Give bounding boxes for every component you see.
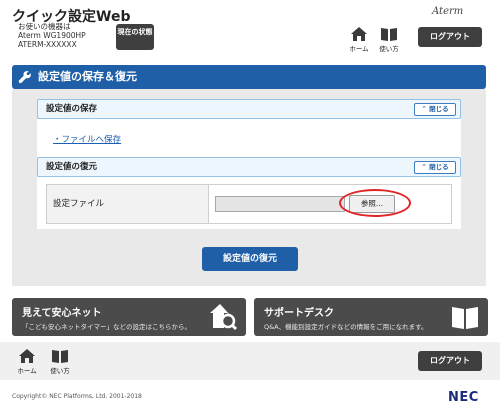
close-label: 閉じる — [429, 105, 449, 113]
book-icon — [452, 307, 478, 329]
save-section-body: ファイルへ保存 — [37, 119, 461, 157]
chevron-up-icon: ⌃ — [421, 163, 430, 171]
home-icon — [19, 349, 35, 363]
file-path-input[interactable] — [215, 196, 345, 212]
restore-section-close-button[interactable]: ⌃ 閉じる — [414, 161, 456, 174]
save-section-close-button[interactable]: ⌃ 閉じる — [414, 103, 456, 116]
restore-section-body: 設定ファイル 参照... — [37, 177, 461, 229]
home-button[interactable]: ホーム — [344, 26, 374, 56]
logout-button[interactable]: ログアウト — [418, 27, 482, 47]
highlight-circle — [339, 189, 411, 217]
help-label: 使い方 — [379, 45, 399, 53]
wrench-icon — [18, 71, 31, 84]
header: クイック設定Web お使いの機器は Aterm WG1900HP ATERM-X… — [0, 0, 500, 62]
settings-file-label: 設定ファイル — [47, 185, 209, 223]
safe-net-title: 見えて安心ネット — [22, 308, 102, 319]
footer-logout-button[interactable]: ログアウト — [418, 351, 482, 371]
close-label: 閉じる — [429, 163, 449, 171]
copyright: Copyright© NEC Platforms, Ltd. 2001-2018 — [12, 393, 142, 400]
support-desk-description: Q&A、機能別設定ガイドなどの情報をご用になれます。 — [264, 323, 428, 331]
device-label: お使いの機器は — [18, 22, 71, 31]
safe-net-description: 「こども安心ネットタイマー」などの設定はこちらから。 — [22, 323, 191, 331]
book-icon — [381, 28, 397, 41]
footer-home-button[interactable]: ホーム — [12, 348, 42, 378]
home-icon — [351, 27, 367, 41]
footer-help-label: 使い方 — [50, 367, 70, 375]
support-desk-banner[interactable]: サポートデスク Q&A、機能別設定ガイドなどの情報をご用になれます。 — [254, 298, 488, 336]
home-magnifier-icon — [210, 304, 238, 331]
page-title-bar: 設定値の保存＆復元 — [12, 65, 486, 89]
restore-section-title: 設定値の復元 — [46, 162, 98, 172]
footer-home-label: ホーム — [17, 367, 37, 375]
settings-file-field: 参照... — [209, 185, 451, 223]
restore-section-header: 設定値の復元 ⌃ 閉じる — [37, 157, 461, 177]
main-content: 設定値の保存 ⌃ 閉じる ファイルへ保存 設定値の復元 ⌃ 閉じる 設定ファイル… — [12, 89, 486, 286]
current-status-button[interactable]: 現在の状態 — [116, 24, 154, 50]
home-label: ホーム — [349, 45, 369, 53]
brand-logo: Aterm — [432, 6, 464, 17]
footer-help-button[interactable]: 使い方 — [45, 348, 75, 378]
footer-nav: ホーム 使い方 ログアウト — [0, 342, 500, 380]
device-model: Aterm WG1900HP — [18, 31, 86, 40]
device-id: ATERM-XXXXXX — [18, 40, 77, 49]
save-to-file-link[interactable]: ファイルへ保存 — [53, 133, 122, 145]
safe-net-banner[interactable]: 見えて安心ネット 「こども安心ネットタイマー」などの設定はこちらから。 — [12, 298, 246, 336]
restore-settings-button[interactable]: 設定値の復元 — [202, 247, 298, 271]
nec-logo: NEC — [448, 390, 479, 405]
help-button[interactable]: 使い方 — [374, 26, 404, 56]
support-desk-title: サポートデスク — [264, 308, 334, 319]
book-icon — [52, 350, 68, 363]
save-section-title: 設定値の保存 — [46, 104, 98, 114]
chevron-up-icon: ⌃ — [421, 105, 430, 113]
settings-file-row: 設定ファイル 参照... — [46, 184, 452, 224]
page-title: 設定値の保存＆復元 — [38, 70, 137, 83]
save-section-header: 設定値の保存 ⌃ 閉じる — [37, 99, 461, 119]
